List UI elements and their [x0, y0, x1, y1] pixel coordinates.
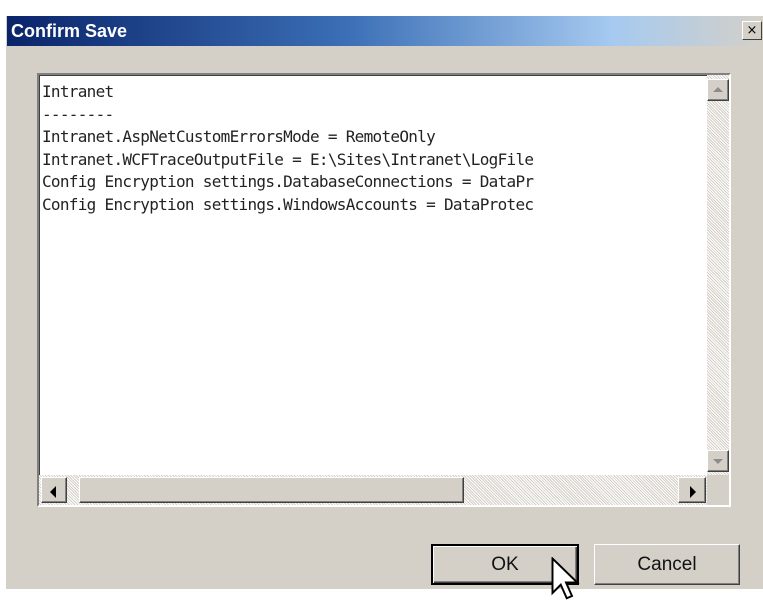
title-bar[interactable]: Confirm Save × — [7, 16, 763, 46]
scroll-down-button[interactable] — [707, 450, 729, 472]
text-line: Config Encryption settings.WindowsAccoun… — [42, 194, 534, 214]
horizontal-scrollbar[interactable] — [39, 475, 707, 505]
arrow-down-icon — [713, 459, 723, 464]
scroll-left-button[interactable] — [41, 477, 67, 503]
settings-text: Intranet -------- Intranet.AspNetCustomE… — [42, 81, 704, 475]
text-line: Intranet.WCFTraceOutputFile = E:\Sites\I… — [42, 149, 534, 169]
vertical-scrollbar[interactable] — [707, 75, 729, 475]
confirm-save-dialog: Confirm Save × Intranet -------- Intrane… — [6, 16, 763, 600]
dialog-title: Confirm Save — [11, 21, 128, 41]
text-line: -------- — [42, 104, 114, 124]
text-line: Intranet — [42, 82, 114, 101]
mouse-pointer-icon — [551, 557, 580, 600]
scrollbar-corner — [707, 475, 729, 505]
cancel-button[interactable]: Cancel — [594, 544, 740, 585]
arrow-left-icon — [50, 486, 56, 498]
text-line: Intranet.AspNetCustomErrorsMode = Remote… — [42, 127, 436, 146]
settings-textbox[interactable]: Intranet -------- Intranet.AspNetCustomE… — [37, 73, 731, 507]
arrow-up-icon — [713, 87, 723, 92]
scroll-up-button[interactable] — [707, 79, 729, 101]
text-line: Config Encryption settings.DatabaseConne… — [42, 172, 534, 191]
close-icon: × — [746, 23, 758, 38]
close-button[interactable]: × — [742, 21, 762, 40]
arrow-right-icon — [690, 486, 696, 498]
scroll-right-button[interactable] — [678, 477, 706, 503]
horizontal-scroll-thumb[interactable] — [79, 477, 464, 503]
